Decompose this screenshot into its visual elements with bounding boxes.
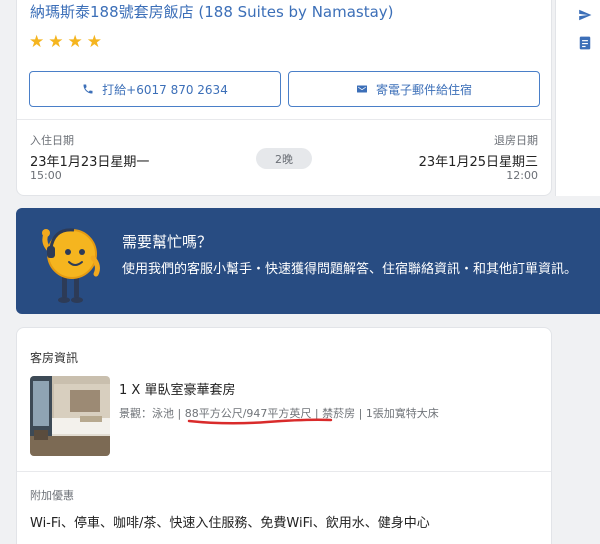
checkin-time: 15:00	[30, 169, 62, 182]
perks-list: Wi-Fi、停車、咖啡/茶、快速入住服務、免費WiFi、飲用水、健身中心	[30, 516, 430, 531]
help-description: 使用我們的客服小幫手・快速獲得問題解答、住宿聯絡資訊・和其他訂單資訊。	[122, 262, 578, 277]
star-icon: ★	[86, 32, 102, 52]
perks-title: 附加優惠	[30, 489, 74, 502]
star-rating: ★ ★ ★ ★	[29, 34, 102, 51]
room-photo-image	[30, 376, 110, 456]
email-button-label: 寄電子郵件給住宿	[375, 82, 472, 97]
phone-icon	[83, 84, 93, 94]
send-icon[interactable]	[578, 8, 592, 22]
room-section-title: 客房資訊	[30, 351, 79, 365]
annotation-underline	[187, 418, 333, 425]
side-actions-panel	[555, 0, 600, 196]
room-view-label: 景觀：	[119, 407, 152, 420]
divider	[17, 119, 551, 120]
mail-icon	[356, 85, 367, 93]
divider	[17, 471, 551, 472]
star-icon: ★	[48, 32, 64, 52]
room-bed: 1張加寬特大床	[365, 407, 439, 420]
hotel-name[interactable]: 納瑪斯泰188號套房飯店 (188 Suites by Namastay)	[30, 1, 394, 22]
help-title: 需要幫忙嗎？	[122, 233, 213, 251]
call-button-label: 打給+6017 870 2634	[102, 82, 228, 97]
room-type: 1 X 單臥室豪華套房	[119, 383, 236, 398]
star-icon: ★	[67, 32, 83, 52]
help-banner[interactable]: 需要幫忙嗎？ 使用我們的客服小幫手・快速獲得問題解答、住宿聯絡資訊・和其他訂單資…	[16, 208, 600, 314]
checkout-label: 退房日期	[494, 134, 538, 147]
star-icon: ★	[29, 32, 45, 52]
side-panel-lower	[555, 327, 600, 544]
email-hotel-button[interactable]: 寄電子郵件給住宿	[288, 71, 540, 107]
hotel-summary-card: 納瑪斯泰188號套房飯店 (188 Suites by Namastay) ★ …	[16, 0, 552, 196]
receipt-icon[interactable]	[578, 35, 592, 51]
checkin-date: 23年1月23日星期一	[30, 155, 150, 170]
call-hotel-button[interactable]: 打給+6017 870 2634	[29, 71, 281, 107]
checkin-label: 入住日期	[30, 134, 74, 147]
checkout-date: 23年1月25日星期三	[418, 155, 538, 170]
nights-badge: 2晚	[256, 148, 312, 169]
room-info-card: 客房資訊 1 X 單臥室豪華套房 景觀：泳池 | 88平方公尺/947平方英尺 …	[16, 327, 552, 544]
checkout-time: 12:00	[506, 169, 538, 182]
room-photo[interactable]	[30, 376, 110, 456]
room-view-value: 泳池	[152, 407, 174, 420]
assistant-mascot-icon	[42, 228, 100, 303]
